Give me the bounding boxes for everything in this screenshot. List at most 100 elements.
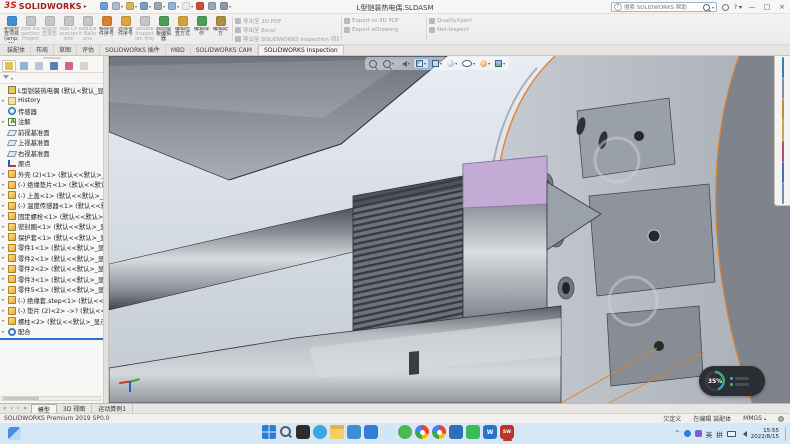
- quick-access-button[interactable]: ▾: [126, 2, 137, 10]
- ribbon-tab[interactable]: 评估: [77, 44, 100, 55]
- ribbon-export-button[interactable]: 导出至 Excel: [235, 26, 339, 34]
- task-pane-tab[interactable]: [782, 58, 784, 77]
- tree-item[interactable]: ▸ 零件5<1> (默认<<默认>_显示状态: [0, 285, 103, 296]
- ribbon-button[interactable]: 编辑检查方式: [173, 14, 192, 44]
- panel-tab[interactable]: [77, 60, 91, 72]
- taskbar-app[interactable]: [449, 425, 463, 441]
- ribbon-button[interactable]: Add Characteristic: [59, 14, 78, 44]
- quick-access-button[interactable]: [100, 2, 109, 10]
- ribbon-export-button[interactable]: 导出至 SOLIDWORKS Inspection 项目: [235, 35, 339, 43]
- tree-item[interactable]: ▸ 保护套<1> (默认<<默认>_显示状态: [0, 232, 103, 243]
- help-search-input[interactable]: ? 搜索 SOLIDWORKS 帮助 ▾: [611, 2, 717, 12]
- headsup-button[interactable]: ▾: [381, 58, 396, 69]
- tree-item[interactable]: ▸ 零件1<1> (默认<<默认>_显示状态: [0, 243, 103, 254]
- quick-access-button[interactable]: ▾: [140, 2, 151, 10]
- headsup-button[interactable]: ▾: [413, 58, 429, 69]
- model-3d-render[interactable]: [109, 56, 790, 403]
- tree-item[interactable]: ▸ (-) 温度传感器<1> (默认<<默认>_显: [0, 201, 103, 212]
- headsup-button[interactable]: ▾: [430, 58, 444, 69]
- tree-item[interactable]: ▸ (-) 上盖<1> (默认<<默认>_显示状态: [0, 190, 103, 201]
- taskbar-app[interactable]: W: [483, 425, 497, 441]
- ribbon-button[interactable]: 启动模板编辑器: [154, 14, 173, 44]
- ribbon-button[interactable]: 选择零件序号: [116, 14, 135, 44]
- task-pane-tab[interactable]: [782, 100, 784, 119]
- taskbar-app[interactable]: [364, 425, 378, 441]
- ribbon-button[interactable]: Update Inspection Project: [135, 14, 154, 44]
- tree-item[interactable]: ▸ 外壳 (2)<1> (默认<<默认>_显示状态: [0, 169, 103, 180]
- quick-access-button[interactable]: ▾: [154, 2, 165, 10]
- taskbar-app[interactable]: [466, 425, 480, 441]
- quick-access-button[interactable]: [196, 2, 205, 10]
- tree-item[interactable]: ▸ 密封圈<1> (默认<<默认>_显示状态: [0, 222, 103, 233]
- tree-item[interactable]: ▸ 配合: [0, 327, 103, 338]
- taskbar-app[interactable]: SW: [500, 425, 514, 441]
- tree-item[interactable]: 前视基准面: [0, 127, 103, 138]
- task-pane-tab[interactable]: [782, 163, 784, 182]
- model-tab[interactable]: 模型: [31, 404, 57, 413]
- tree-item[interactable]: 传感器: [0, 106, 103, 117]
- tree-item[interactable]: ▸ 固定螺栓<1> (默认<<默认>_显示状: [0, 211, 103, 222]
- ribbon-tab[interactable]: 布局: [31, 44, 54, 55]
- model-tab[interactable]: 运动算例1: [92, 404, 133, 413]
- tree-item[interactable]: ▸ (-) 绝缘垫片<1> (默认<<默认>_显示: [0, 180, 103, 191]
- ribbon-button[interactable]: 编辑配方: [211, 14, 230, 44]
- ribbon-export-button[interactable]: 导出至 2D PDF: [235, 17, 339, 25]
- tree-item[interactable]: ▸ 零件2<2> (默认<<默认>_显示状态: [0, 264, 103, 275]
- language-indicator[interactable]: 英: [706, 429, 713, 439]
- panel-tab[interactable]: [32, 60, 46, 72]
- ribbon-tab[interactable]: 装配体: [2, 44, 31, 55]
- quick-access-button[interactable]: ▾: [112, 2, 123, 10]
- tree-item[interactable]: ▸ 零件2<1> (默认<<默认>_显示状态: [0, 253, 103, 264]
- task-pane-tab[interactable]: [782, 142, 784, 161]
- tab-nav-arrows[interactable]: « ‹ › »: [0, 405, 31, 412]
- panel-tab[interactable]: [47, 60, 61, 72]
- tree-item[interactable]: 原点: [0, 159, 103, 170]
- headsup-button[interactable]: ▾: [460, 58, 477, 69]
- taskbar-app[interactable]: [296, 425, 310, 441]
- headsup-button[interactable]: ▾: [493, 58, 507, 69]
- help-button[interactable]: ? ▾: [734, 4, 742, 11]
- taskbar-app[interactable]: [381, 425, 395, 441]
- taskbar-app[interactable]: [279, 425, 293, 441]
- ime-indicator[interactable]: 拼: [716, 429, 723, 439]
- model-tab[interactable]: 3D 视图: [57, 404, 92, 413]
- show-desktop-button[interactable]: [785, 427, 786, 441]
- ribbon-service-button[interactable]: QualityXpert: [429, 17, 493, 25]
- tree-item[interactable]: ▸ 零件3<1> (默认<<默认>_显示状态: [0, 274, 103, 285]
- ribbon-tab[interactable]: SOLIDWORKS Inspection: [258, 45, 344, 55]
- touch-keyboard-icon[interactable]: [727, 431, 736, 437]
- task-pane-tab[interactable]: [782, 184, 784, 203]
- clock[interactable]: 15:55 2022/8/15: [751, 428, 779, 440]
- headsup-button[interactable]: ▾: [478, 58, 492, 69]
- tree-item[interactable]: L型铠装热电偶 (默认<默认_显示状态-1>: [0, 85, 103, 96]
- search-icon[interactable]: [703, 4, 710, 11]
- shield-app-icon[interactable]: [695, 430, 702, 437]
- ribbon-tab[interactable]: SOLIDWORKS CAM: [191, 46, 258, 55]
- quick-access-button[interactable]: ▾: [168, 2, 179, 10]
- menu-expand-icon[interactable]: ▸: [84, 3, 87, 10]
- ribbon-export-button[interactable]: Export eDrawing: [344, 26, 424, 34]
- taskbar-app[interactable]: [330, 425, 344, 441]
- tree-item[interactable]: ▸ (-) 垫片 (2)<2> ->? (默认<<默认>_显: [0, 306, 103, 317]
- ribbon-button[interactable]: 编辑操作: [192, 14, 211, 44]
- tray-expand-icon[interactable]: ^: [675, 430, 680, 437]
- tree-item[interactable]: ▸ (-) 绝缘套.step<1> (默认<<默认>_显: [0, 295, 103, 306]
- volume-icon[interactable]: [740, 431, 747, 437]
- quick-access-button[interactable]: [208, 2, 217, 10]
- login-icon[interactable]: [722, 4, 729, 11]
- tree-item[interactable]: 右视基准面: [0, 148, 103, 159]
- taskbar-app[interactable]: [398, 425, 412, 441]
- minimize-button[interactable]: —: [747, 3, 757, 11]
- taskbar-app[interactable]: [415, 425, 429, 441]
- rollback-bar[interactable]: [0, 338, 103, 340]
- ribbon-tab[interactable]: SOLIDWORKS 插件: [100, 44, 166, 55]
- graphics-viewport[interactable]: ▾ ▾ ▾ ▾: [109, 56, 790, 403]
- panel-tab[interactable]: [2, 60, 16, 72]
- ribbon-service-button[interactable]: Net-Inspect: [429, 26, 493, 34]
- headsup-button[interactable]: [367, 58, 380, 69]
- task-pane-tab[interactable]: [782, 79, 784, 98]
- tree-filter-row[interactable]: ▾: [0, 73, 103, 84]
- units-selector[interactable]: MMGS ▴: [743, 415, 766, 422]
- taskbar-app[interactable]: [432, 425, 446, 441]
- filter-caret-icon[interactable]: ▾: [11, 76, 13, 81]
